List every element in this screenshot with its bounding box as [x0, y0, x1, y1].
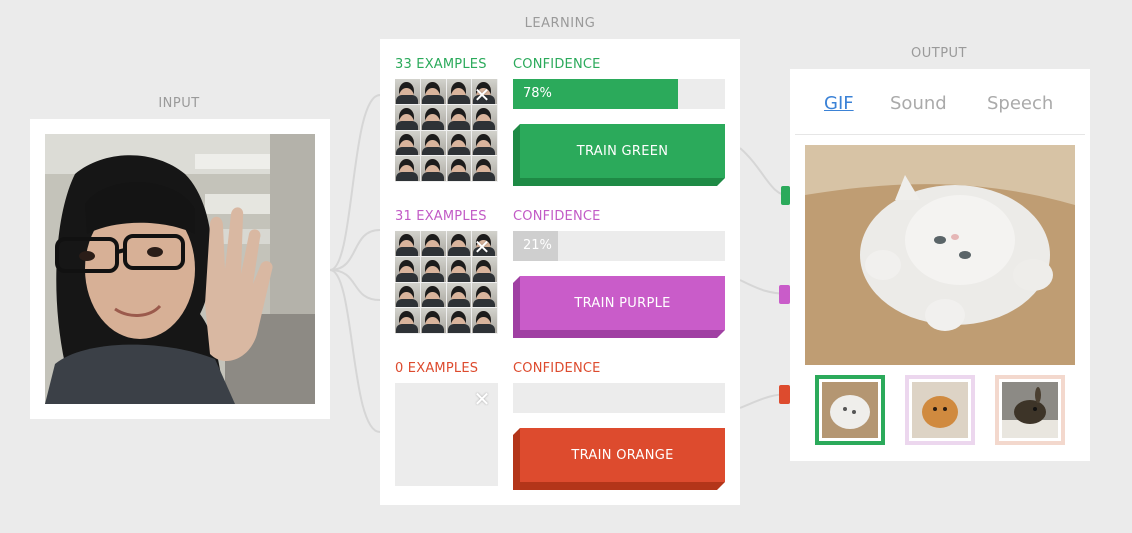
- train-button-label: TRAIN ORANGE: [571, 447, 674, 463]
- output-panel: GIF Sound Speech: [790, 69, 1090, 461]
- example-thumbnail: [472, 256, 498, 283]
- input-panel: [30, 119, 330, 419]
- example-thumbnail: [446, 256, 473, 283]
- example-thumbnail: [420, 256, 447, 283]
- example-thumbnail: [395, 104, 421, 131]
- example-thumbnail: [472, 130, 498, 157]
- train-purple-button[interactable]: TRAIN PURPLE: [513, 276, 725, 338]
- example-thumbnail: [395, 130, 421, 157]
- gif-option-cat[interactable]: [815, 375, 885, 445]
- close-icon[interactable]: ✕: [473, 85, 491, 105]
- example-thumbnail: [420, 130, 447, 157]
- example-thumbnail: [420, 156, 447, 182]
- bunny-thumbnail-image: [1002, 382, 1058, 438]
- example-thumbnail: [395, 79, 421, 105]
- example-thumbnail: [446, 231, 473, 257]
- confidence-fill: 21%: [513, 231, 558, 261]
- example-thumbnail: [420, 231, 447, 257]
- examples-count-label: 0 EXAMPLES: [395, 361, 479, 376]
- class-row-green: 33 EXAMPLES CONFIDENCE ✕ 78% TRAIN GREEN: [395, 57, 725, 209]
- examples-count-label: 31 EXAMPLES: [395, 209, 487, 224]
- confidence-bar: 21%: [513, 231, 725, 261]
- webcam-image: [45, 134, 315, 404]
- example-thumbnail: [446, 130, 473, 157]
- example-thumbnail: [395, 156, 421, 182]
- gif-option-bunny[interactable]: [995, 375, 1065, 445]
- confidence-label: CONFIDENCE: [513, 57, 601, 72]
- close-icon[interactable]: ✕: [473, 237, 491, 257]
- webcam-feed: [45, 134, 315, 404]
- example-thumbnail: [472, 156, 498, 182]
- example-thumbnail: [446, 156, 473, 182]
- example-thumbnail: [472, 308, 498, 334]
- example-thumbnail: [395, 282, 421, 309]
- train-button-label: TRAIN GREEN: [576, 143, 669, 159]
- cat-gif-image: [805, 145, 1075, 365]
- examples-thumbnails: ✕: [395, 79, 498, 182]
- confidence-label: CONFIDENCE: [513, 209, 601, 224]
- example-thumbnail: [395, 256, 421, 283]
- confidence-fill: 78%: [513, 79, 679, 109]
- learning-panel: 33 EXAMPLES CONFIDENCE ✕ 78% TRAIN GREEN…: [380, 39, 740, 505]
- example-thumbnail: [446, 308, 473, 334]
- tab-sound[interactable]: Sound: [890, 93, 947, 114]
- gif-preview: [805, 145, 1075, 365]
- tab-gif[interactable]: GIF: [824, 93, 854, 114]
- confidence-label: CONFIDENCE: [513, 361, 601, 376]
- output-tabs: GIF Sound Speech: [795, 83, 1085, 135]
- class-row-purple: 31 EXAMPLES CONFIDENCE ✕ 21% TRAIN PURPL…: [395, 209, 725, 361]
- example-thumbnail: [395, 308, 421, 334]
- train-orange-button[interactable]: TRAIN ORANGE: [513, 428, 725, 490]
- examples-thumbnails: ✕: [395, 383, 498, 486]
- train-green-button[interactable]: TRAIN GREEN: [513, 124, 725, 186]
- confidence-bar: [513, 383, 725, 413]
- confidence-bar: 78%: [513, 79, 725, 109]
- gif-option-pomeranian[interactable]: [905, 375, 975, 445]
- example-thumbnail: [446, 282, 473, 309]
- pomeranian-thumbnail-image: [912, 382, 968, 438]
- example-thumbnail: [420, 282, 447, 309]
- example-thumbnail: [420, 308, 447, 334]
- examples-thumbnails: ✕: [395, 231, 498, 334]
- class-row-orange: 0 EXAMPLES CONFIDENCE ✕ TRAIN ORANGE: [395, 361, 725, 513]
- example-thumbnail: [472, 282, 498, 309]
- example-thumbnail: [420, 104, 447, 131]
- cat-thumbnail-image: [822, 382, 878, 438]
- example-thumbnail: [446, 79, 473, 105]
- tab-speech[interactable]: Speech: [987, 93, 1053, 114]
- example-thumbnail: [395, 231, 421, 257]
- example-thumbnail: [420, 79, 447, 105]
- train-button-label: TRAIN PURPLE: [574, 295, 671, 311]
- close-icon[interactable]: ✕: [473, 389, 491, 409]
- example-thumbnail: [472, 104, 498, 131]
- example-thumbnail: [446, 104, 473, 131]
- examples-count-label: 33 EXAMPLES: [395, 57, 487, 72]
